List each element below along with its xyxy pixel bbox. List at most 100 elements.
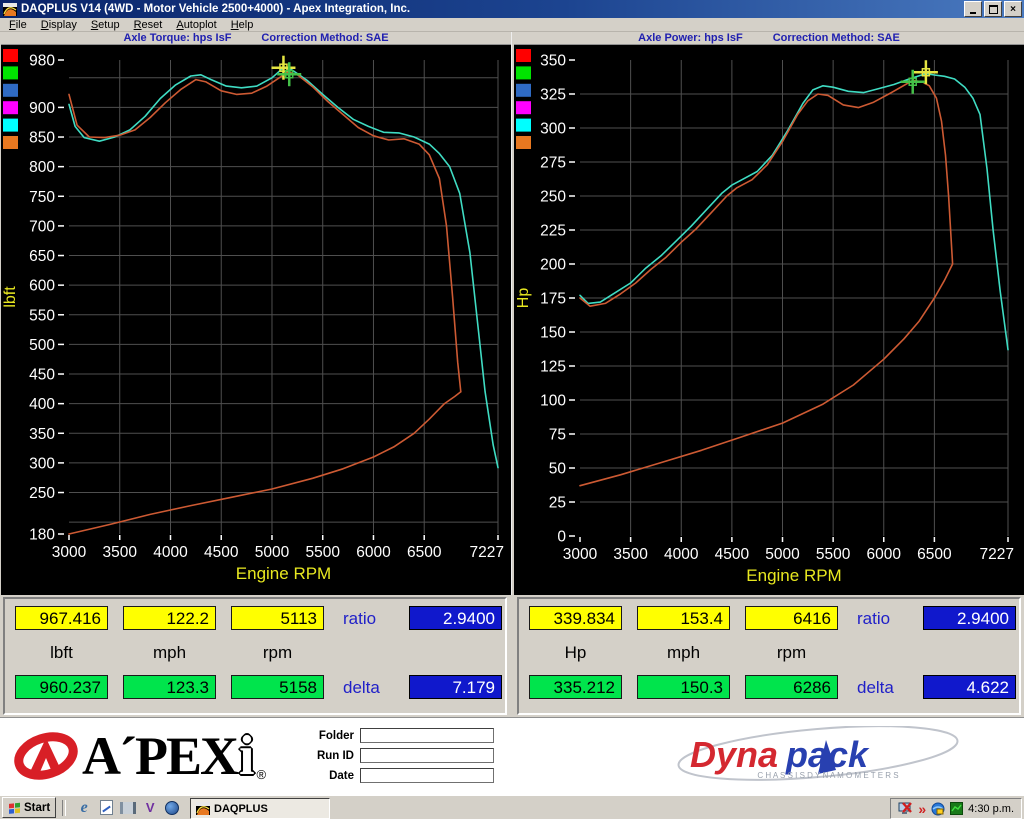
power-chart[interactable]: 3000350040004500500055006000650072270255… bbox=[514, 45, 1024, 595]
svg-text:3000: 3000 bbox=[52, 544, 87, 561]
torque-chart[interactable]: 3000350040004500500055006000650072271802… bbox=[1, 45, 511, 595]
svg-text:225: 225 bbox=[540, 223, 566, 240]
svg-text:5500: 5500 bbox=[305, 544, 340, 561]
taskbar-divider bbox=[62, 800, 66, 816]
svg-text:900: 900 bbox=[29, 100, 55, 117]
power-unit-label: Hp bbox=[529, 643, 622, 663]
power-peak-rpm-field: 6416 bbox=[745, 606, 838, 630]
power-ratio-label: ratio bbox=[857, 609, 915, 629]
svg-text:5500: 5500 bbox=[816, 546, 851, 563]
clock[interactable]: 4:30 p.m. bbox=[968, 803, 1014, 815]
daqplus-task-label: DAQPLUS bbox=[214, 803, 268, 815]
power-chart-panel: Axle Power: hps IsF Correction Method: S… bbox=[514, 32, 1024, 595]
power-ratio-field: 2.9400 bbox=[923, 606, 1016, 630]
power-current-value-field: 335.212 bbox=[529, 675, 622, 699]
svg-text:6000: 6000 bbox=[867, 546, 902, 563]
apex-logo-i: i bbox=[239, 724, 255, 788]
start-button-label: Start bbox=[24, 802, 50, 814]
dynapack-dyna-text: Dyna bbox=[690, 734, 778, 775]
power-readout-panel: 339.834 153.4 6416 ratio 2.9400 Hp mph r… bbox=[517, 597, 1021, 715]
svg-text:650: 650 bbox=[29, 248, 55, 265]
torque-current-rpm-field: 5158 bbox=[231, 675, 324, 699]
svg-text:700: 700 bbox=[29, 218, 55, 235]
power-mph-label: mph bbox=[637, 643, 730, 663]
menu-help[interactable]: Help bbox=[224, 19, 261, 31]
menu-reset[interactable]: Reset bbox=[127, 19, 170, 31]
power-correction-method: Correction Method: SAE bbox=[773, 32, 900, 44]
svg-text:800: 800 bbox=[29, 159, 55, 176]
channels-icon[interactable] bbox=[120, 800, 136, 816]
svg-text:5000: 5000 bbox=[255, 544, 290, 561]
offline-network-icon[interactable] bbox=[898, 802, 913, 816]
power-delta-field: 4.622 bbox=[923, 675, 1016, 699]
svg-text:325: 325 bbox=[540, 87, 566, 104]
torque-chart-panel: Axle Torque: hps IsF Correction Method: … bbox=[1, 32, 512, 595]
svg-text:125: 125 bbox=[540, 359, 566, 376]
dynapack-pack-text: pack bbox=[785, 734, 870, 775]
title-bar: DAQPLUS V14 (4WD - Motor Vehicle 2500+40… bbox=[0, 0, 1024, 18]
winamp-icon[interactable]: V bbox=[142, 800, 158, 816]
dynapack-subtitle: C H A S S I S D Y N A M O M E T E R S bbox=[757, 771, 898, 780]
svg-text:500: 500 bbox=[29, 337, 55, 354]
run-id-label: Run ID bbox=[282, 750, 354, 762]
torque-unit-label: lbft bbox=[15, 643, 108, 663]
menu-file[interactable]: File bbox=[2, 19, 34, 31]
menu-setup[interactable]: Setup bbox=[84, 19, 127, 31]
menu-display[interactable]: Display bbox=[34, 19, 84, 31]
svg-text:25: 25 bbox=[549, 495, 566, 512]
close-button[interactable]: × bbox=[1004, 1, 1022, 17]
daqplus-app-icon bbox=[196, 802, 210, 815]
media-player-icon[interactable] bbox=[164, 800, 180, 816]
folder-input[interactable] bbox=[360, 728, 494, 743]
power-chart-header: Axle Power: hps IsF Correction Method: S… bbox=[514, 32, 1024, 45]
svg-text:450: 450 bbox=[29, 367, 55, 384]
svg-text:250: 250 bbox=[29, 485, 55, 502]
svg-text:0: 0 bbox=[557, 529, 566, 546]
torque-mph-label: mph bbox=[123, 643, 216, 663]
svg-text:6500: 6500 bbox=[917, 546, 952, 563]
dyno-link-icon[interactable] bbox=[950, 802, 963, 815]
svg-text:400: 400 bbox=[29, 396, 55, 413]
menu-autoplot[interactable]: Autoplot bbox=[169, 19, 223, 31]
svg-text:550: 550 bbox=[29, 307, 55, 324]
svg-text:980: 980 bbox=[29, 53, 55, 70]
torque-ratio-label: ratio bbox=[343, 609, 401, 629]
svg-text:4500: 4500 bbox=[204, 544, 239, 561]
date-input[interactable] bbox=[360, 768, 494, 783]
start-button[interactable]: Start bbox=[2, 797, 56, 818]
readouts-area: 967.416 122.2 5113 ratio 2.9400 lbft mph… bbox=[0, 595, 1024, 717]
svg-text:300: 300 bbox=[29, 455, 55, 472]
power-current-mph-field: 150.3 bbox=[637, 675, 730, 699]
torque-peak-value-field: 967.416 bbox=[15, 606, 108, 630]
svg-text:3500: 3500 bbox=[613, 546, 648, 563]
torque-readout-panel: 967.416 122.2 5113 ratio 2.9400 lbft mph… bbox=[3, 597, 507, 715]
svg-text:300: 300 bbox=[540, 121, 566, 138]
minimize-button[interactable] bbox=[964, 1, 982, 17]
daqplus-task-button[interactable]: DAQPLUS bbox=[190, 798, 330, 819]
fast-forward-icon[interactable]: » bbox=[918, 804, 926, 814]
svg-text:175: 175 bbox=[540, 291, 566, 308]
footer: A´PEX i ® Folder Run ID Date Dyna pack C… bbox=[0, 717, 1024, 795]
svg-text:4500: 4500 bbox=[715, 546, 750, 563]
document-icon[interactable] bbox=[98, 800, 114, 816]
svg-text:Engine RPM: Engine RPM bbox=[236, 564, 331, 583]
svg-text:750: 750 bbox=[29, 189, 55, 206]
svg-text:lbft: lbft bbox=[2, 286, 19, 308]
torque-current-value-field: 960.237 bbox=[15, 675, 108, 699]
system-tray: » 4:30 p.m. bbox=[890, 798, 1022, 819]
svg-text:250: 250 bbox=[540, 189, 566, 206]
svg-text:7227: 7227 bbox=[470, 544, 504, 561]
restore-button[interactable] bbox=[984, 1, 1002, 17]
power-peak-mph-field: 153.4 bbox=[637, 606, 730, 630]
apex-registered-mark: ® bbox=[257, 767, 267, 782]
svg-text:7227: 7227 bbox=[980, 546, 1014, 563]
dialup-icon[interactable] bbox=[931, 802, 945, 816]
torque-rpm-label: rpm bbox=[231, 643, 324, 663]
ie-icon[interactable]: e bbox=[76, 800, 92, 816]
torque-correction-method: Correction Method: SAE bbox=[261, 32, 388, 44]
run-id-input[interactable] bbox=[360, 748, 494, 763]
windows-flag-icon bbox=[8, 801, 21, 814]
torque-peak-mph-field: 122.2 bbox=[123, 606, 216, 630]
power-chart-title: Axle Power: hps IsF bbox=[638, 32, 743, 44]
torque-chart-title: Axle Torque: hps IsF bbox=[123, 32, 231, 44]
